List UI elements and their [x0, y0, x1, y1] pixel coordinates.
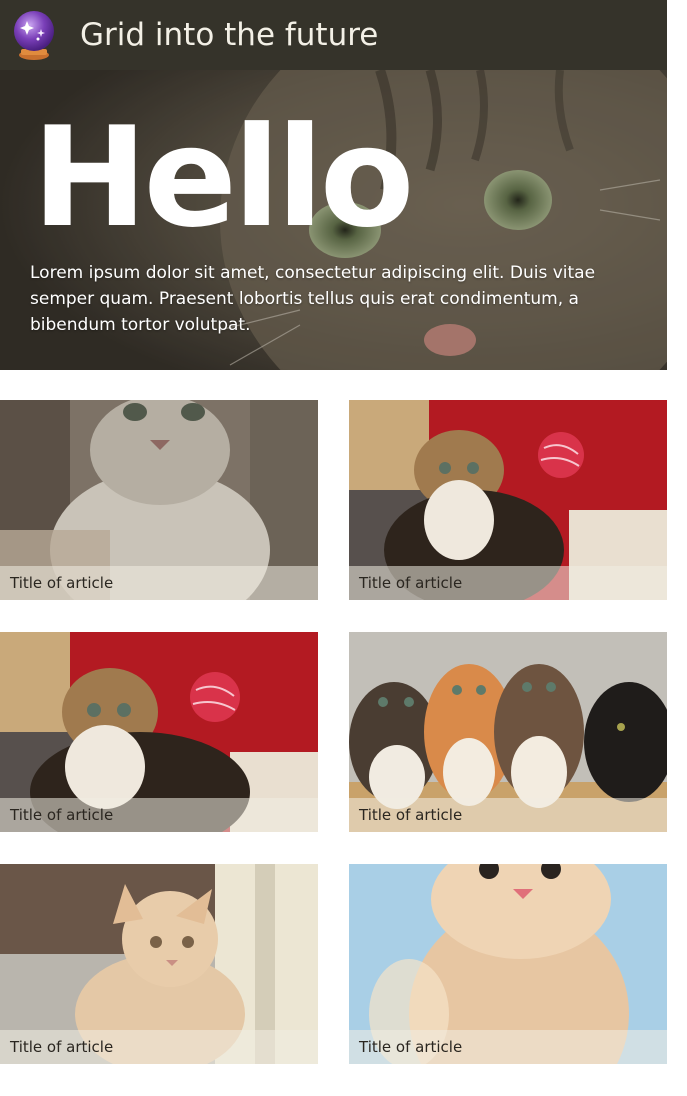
article-card[interactable]: Title of article: [0, 632, 318, 832]
article-title[interactable]: Title of article: [359, 573, 462, 593]
article-title[interactable]: Title of article: [10, 805, 113, 825]
article-title[interactable]: Title of article: [10, 573, 113, 593]
article-card[interactable]: Title of article: [349, 864, 667, 1064]
card-caption: Title of article: [0, 1030, 318, 1064]
crystal-ball-icon[interactable]: [11, 9, 57, 61]
hero-description: Lorem ipsum dolor sit amet, consectetur …: [30, 263, 596, 335]
card-caption: Title of article: [349, 566, 667, 600]
card-caption: Title of article: [349, 1030, 667, 1064]
card-caption: Title of article: [349, 798, 667, 832]
card-caption: Title of article: [0, 798, 318, 832]
article-card[interactable]: Title of article: [349, 632, 667, 832]
hero-heading: Hello: [32, 97, 415, 258]
hero-banner: Hello Lorem ipsum dolor sit amet, consec…: [0, 70, 667, 370]
article-title[interactable]: Title of article: [10, 1037, 113, 1057]
card-caption: Title of article: [0, 566, 318, 600]
site-header: Grid into the future: [0, 0, 667, 70]
article-card[interactable]: Title of article: [349, 400, 667, 600]
article-title[interactable]: Title of article: [359, 805, 462, 825]
site-title[interactable]: Grid into the future: [80, 14, 378, 56]
article-card[interactable]: Title of article: [0, 864, 318, 1064]
article-card[interactable]: Title of article: [0, 400, 318, 600]
article-title[interactable]: Title of article: [359, 1037, 462, 1057]
